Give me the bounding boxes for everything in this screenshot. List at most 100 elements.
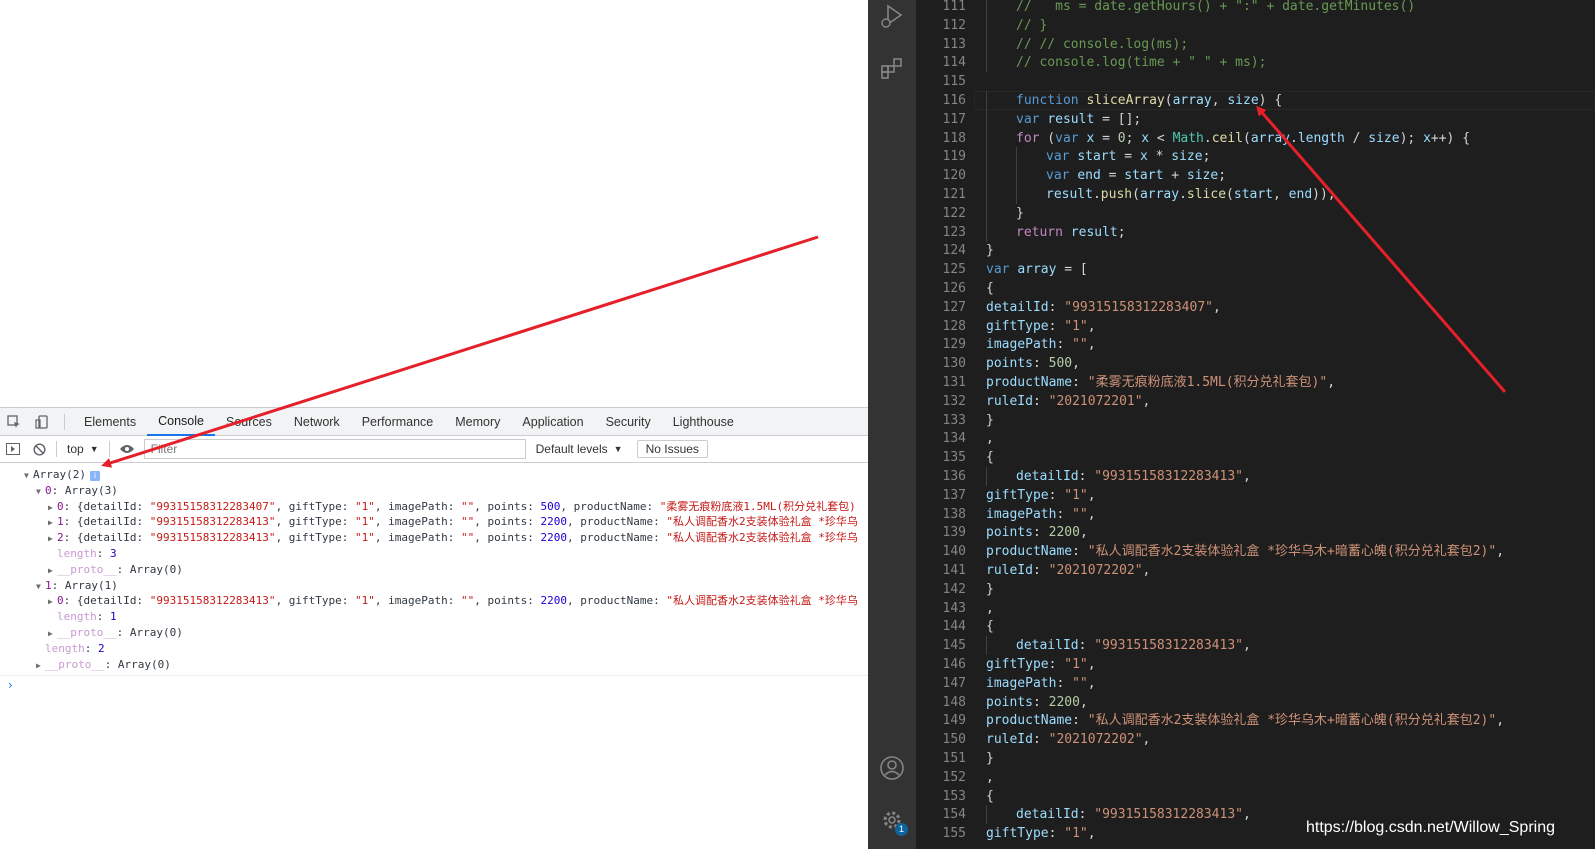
tab-security[interactable]: Security <box>595 408 662 436</box>
tab-sources[interactable]: Sources <box>215 408 283 436</box>
console-tree-row[interactable]: ▶ __proto__: Array(0) <box>0 657 868 673</box>
code-line[interactable]: 132 ruleId: "2021072201", <box>916 392 1595 411</box>
code-token: "私人调配香水2支装体验礼盒 *珍华乌木+暗蓄心魄(积分兑礼套包2)" <box>1087 713 1497 729</box>
code-line[interactable]: 143, <box>916 599 1595 618</box>
filter-input[interactable]: Filter <box>143 439 526 459</box>
expand-down-icon[interactable]: ▼ <box>36 484 45 499</box>
console-tree-row[interactable]: ▶ __proto__: Array(0) <box>0 562 868 578</box>
code-line[interactable]: 114 // console.log(time + " " + ms); <box>916 53 1595 73</box>
inspect-element-icon[interactable] <box>0 408 28 436</box>
expand-right-icon[interactable]: ▶ <box>48 563 57 578</box>
expand-down-icon[interactable]: ▼ <box>36 579 45 594</box>
code-line[interactable]: 135 { <box>916 448 1595 467</box>
code-line[interactable]: 141 ruleId: "2021072202", <box>916 561 1595 580</box>
code-line[interactable]: 130 points: 500, <box>916 354 1595 373</box>
code-line[interactable]: 131 productName: "柔雾无痕粉底液1.5ML(积分兑礼套包)", <box>916 373 1595 392</box>
code-line[interactable]: 139 points: 2200, <box>916 523 1595 542</box>
code-line[interactable]: 120 var end = start + size; <box>916 166 1595 186</box>
code-line[interactable]: 122} <box>916 203 1595 223</box>
code-line[interactable]: 112 // } <box>916 15 1595 35</box>
code-token: } <box>986 412 994 428</box>
console-tree-row[interactable]: ▼ 1: Array(1) <box>0 578 868 594</box>
code-line[interactable]: 125 var array = [ <box>916 260 1595 279</box>
code-line[interactable]: 145 detailId: "99315158312283413", <box>916 636 1595 656</box>
account-icon[interactable] <box>878 754 906 782</box>
console-tree-row[interactable]: ▼ 0: Array(3) <box>0 483 868 499</box>
extensions-icon[interactable] <box>878 54 906 82</box>
code-line[interactable]: 144 { <box>916 617 1595 636</box>
code-line[interactable]: 142} <box>916 580 1595 599</box>
code-line[interactable]: 152, <box>916 768 1595 787</box>
expand-right-icon[interactable]: ▶ <box>48 500 57 515</box>
code-line[interactable]: 121 result.push(array.slice(start, end)); <box>916 185 1595 204</box>
line-number: 141 <box>942 563 966 578</box>
log-levels-dropdown[interactable]: Default levels ▼ <box>530 439 629 459</box>
code-line[interactable]: 124} <box>916 241 1595 260</box>
code-token: "1" <box>1064 487 1088 503</box>
run-debug-icon[interactable] <box>878 2 906 30</box>
code-line[interactable]: 111 // ms = date.getHours() + ":" + date.… <box>916 0 1595 16</box>
code-line[interactable]: 137 giftType: "1", <box>916 486 1595 505</box>
console-tree-row[interactable]: ▶ 0: {detailId: "99315158312283413", gift… <box>0 593 868 609</box>
code-line[interactable]: 127 detailId: "99315158312283407", <box>916 298 1595 317</box>
issues-button[interactable]: No Issues <box>636 440 708 458</box>
code-line[interactable]: 115 <box>916 72 1595 91</box>
expand-right-icon[interactable]: ▶ <box>36 658 45 673</box>
code-line[interactable]: 118 for (var x = 0; x < Math.ceil(array.l… <box>916 128 1595 148</box>
code-line[interactable]: 117 var result = []; <box>916 109 1595 129</box>
expand-right-icon[interactable]: ▶ <box>48 594 57 609</box>
context-selector[interactable]: top ▼ <box>61 439 105 459</box>
code-line[interactable]: 136 detailId: "99315158312283413", <box>916 467 1595 486</box>
code-line[interactable]: 151} <box>916 749 1595 768</box>
indent-guide <box>986 203 987 223</box>
code-token: productName <box>986 713 1073 729</box>
code-line[interactable]: 129 imagePath: "", <box>916 335 1595 354</box>
console-prompt[interactable]: › <box>0 675 868 693</box>
code-line[interactable]: 126 { <box>916 279 1595 298</box>
tab-network[interactable]: Network <box>283 408 351 436</box>
tab-performance[interactable]: Performance <box>351 408 445 436</box>
settings-icon[interactable]: 1 <box>878 806 908 836</box>
code-line[interactable]: 119 var start = x * size; <box>916 147 1595 167</box>
code-line[interactable]: 123 return result; <box>916 222 1595 242</box>
line-number: 146 <box>942 657 966 672</box>
console-tree-row[interactable]: ▶ 1: {detailId: "99315158312283413", gift… <box>0 514 868 530</box>
code-token: , <box>1079 525 1088 541</box>
expand-right-icon[interactable]: ▶ <box>48 626 57 641</box>
indent-guide <box>986 185 987 204</box>
expand-down-icon[interactable]: ▼ <box>24 468 33 483</box>
code-line[interactable]: 133} <box>916 411 1595 430</box>
code-line[interactable]: 113 // // console.log(ms); <box>916 34 1595 54</box>
clear-console-icon[interactable] <box>26 436 52 462</box>
code-line[interactable]: 147 imagePath: "", <box>916 674 1595 693</box>
code-line[interactable]: 134, <box>916 429 1595 448</box>
code-line[interactable]: 153 { <box>916 787 1595 806</box>
code-editor[interactable]: 111 // ms = date.getHours() + ":" + date.… <box>916 0 1595 849</box>
console-tree-row: length: 3 <box>0 546 868 562</box>
code-line[interactable]: 148 points: 2200, <box>916 693 1595 712</box>
code-line[interactable]: 146 giftType: "1", <box>916 655 1595 674</box>
sidebar-toggle-icon[interactable] <box>0 436 26 462</box>
code-line[interactable]: 128 giftType: "1", <box>916 317 1595 336</box>
tab-lighthouse[interactable]: Lighthouse <box>662 408 745 436</box>
code-line[interactable]: 116 function sliceArray(array, size) { <box>916 91 1595 110</box>
code-line[interactable]: 140 productName: "私人调配香水2支装体验礼盒 *珍华乌木+暗蓄心… <box>916 542 1595 561</box>
console-tree-row[interactable]: ▶ 0: {detailId: "99315158312283407", gift… <box>0 499 868 515</box>
expand-right-icon[interactable]: ▶ <box>48 531 57 546</box>
tab-elements[interactable]: Elements <box>73 408 147 436</box>
code-token: productName <box>986 375 1073 390</box>
console-token: Array(2) <box>33 468 86 481</box>
console-tree-row[interactable]: ▶ 2: {detailId: "99315158312283413", gift… <box>0 530 868 546</box>
live-expression-eye-icon[interactable] <box>114 436 140 462</box>
tab-application[interactable]: Application <box>511 408 594 436</box>
code-line[interactable]: 150 ruleId: "2021072202", <box>916 730 1595 749</box>
expand-right-icon[interactable]: ▶ <box>48 515 57 530</box>
tab-console[interactable]: Console <box>147 408 215 436</box>
console-tree-row[interactable]: ▼ Array(2) i <box>0 467 868 483</box>
code-line[interactable]: 138 imagePath: "", <box>916 505 1595 524</box>
device-toolbar-icon[interactable] <box>28 408 56 436</box>
code-line[interactable]: 149 productName: "私人调配香水2支装体验礼盒 *珍华乌木+暗蓄心… <box>916 711 1595 730</box>
console-tree-row[interactable]: ▶ __proto__: Array(0) <box>0 625 868 641</box>
tab-memory[interactable]: Memory <box>444 408 511 436</box>
indent-guide <box>986 128 987 148</box>
